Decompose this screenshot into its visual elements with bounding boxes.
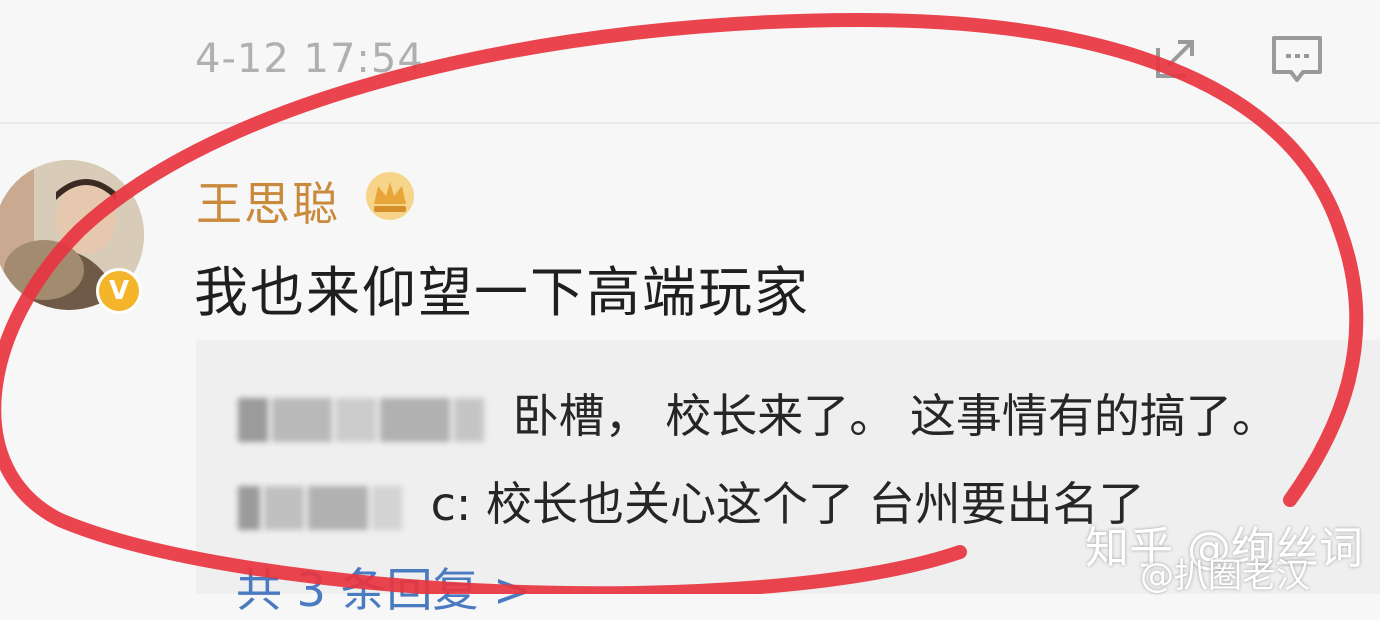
reply-author-suffix: c: — [430, 477, 472, 531]
divider — [0, 122, 1380, 124]
view-all-replies-link[interactable]: 共 3 条回复 > — [236, 554, 532, 620]
reply-text: 卧槽， 校长来了。 这事情有的搞了。 — [512, 389, 1278, 443]
reply-item[interactable]: 卧槽， 校长来了。 这事情有的搞了。 — [238, 380, 1278, 446]
reply-item[interactable]: c: 校长也关心这个了 台州要出名了 — [238, 468, 1145, 534]
share-icon[interactable] — [1148, 34, 1200, 86]
blurred-author-name — [238, 397, 488, 442]
comment-text: 我也来仰望一下高端玩家 — [194, 261, 810, 324]
blurred-author-name — [238, 485, 406, 530]
comment-username[interactable]: 王思聪 — [196, 168, 340, 234]
comment-icon[interactable] — [1270, 34, 1324, 86]
reply-text: 校长也关心这个了 台州要出名了 — [486, 477, 1145, 531]
timestamp: 4-12 17:54 — [195, 36, 424, 82]
crown-vip-icon — [366, 172, 414, 220]
verified-v-icon: V — [96, 268, 142, 314]
watermark-secondary: @扒圈老汉 — [1140, 556, 1310, 596]
